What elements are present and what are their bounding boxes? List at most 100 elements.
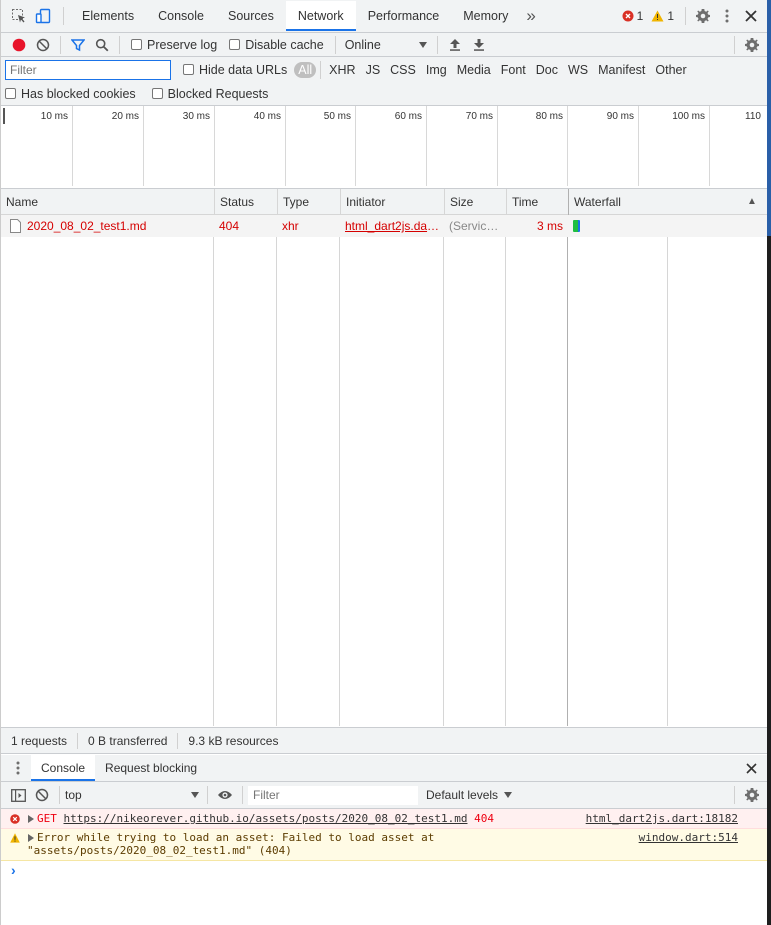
header-waterfall[interactable]: Waterfall	[568, 189, 728, 215]
header-initiator[interactable]: Initiator	[340, 189, 444, 215]
more-tabs-icon[interactable]: »	[520, 1, 541, 31]
type-filter-manifest[interactable]: Manifest	[594, 62, 649, 78]
sort-ascending-icon[interactable]: ▲	[747, 189, 757, 215]
header-type[interactable]: Type	[277, 189, 340, 215]
tab-console[interactable]: Console	[146, 1, 216, 31]
drawer-tab-console[interactable]: Console	[31, 755, 96, 781]
column-divider	[444, 189, 506, 726]
error-url-link[interactable]: https://nikeorever.github.io/assets/post…	[64, 812, 468, 825]
header-size[interactable]: Size	[444, 189, 506, 215]
inspect-element-icon[interactable]	[7, 4, 31, 28]
tab-sources[interactable]: Sources	[216, 1, 286, 31]
import-har-button[interactable]	[443, 33, 467, 57]
clear-console-button[interactable]	[30, 783, 54, 807]
drawer-tab-request-blocking[interactable]: Request blocking	[95, 755, 207, 781]
settings-gear-icon[interactable]	[691, 4, 715, 28]
type-filter-ws[interactable]: WS	[564, 62, 592, 78]
disable-cache-checkbox[interactable]: Disable cache	[229, 38, 324, 52]
live-expression-eye-icon[interactable]	[213, 783, 237, 807]
log-levels-select[interactable]: Default levels	[426, 788, 513, 802]
search-button[interactable]	[90, 33, 114, 57]
hide-data-urls-label: Hide data URLs	[199, 62, 288, 77]
close-devtools-icon[interactable]	[739, 4, 763, 28]
header-name[interactable]: Name	[1, 189, 214, 215]
more-options-icon[interactable]	[715, 4, 739, 28]
type-filter-img[interactable]: Img	[422, 62, 451, 78]
timeline-tick: 40 ms	[215, 106, 286, 186]
checkbox-box[interactable]	[183, 64, 194, 75]
status-summary-bar: 1 requests 0 B transferred 9.3 kB resour…	[1, 727, 767, 754]
header-status[interactable]: Status	[214, 189, 277, 215]
console-warning-message[interactable]: Error while trying to load an asset: Fai…	[1, 829, 767, 861]
preserve-log-checkbox[interactable]: Preserve log	[131, 38, 217, 52]
expand-triangle-icon[interactable]	[28, 834, 34, 842]
disable-cache-label: Disable cache	[245, 37, 324, 52]
tab-memory[interactable]: Memory	[451, 1, 520, 31]
type-filter-all[interactable]: All	[294, 61, 317, 78]
record-button[interactable]	[7, 33, 31, 57]
clear-button[interactable]	[31, 33, 55, 57]
column-divider	[340, 189, 444, 726]
show-sidebar-icon[interactable]	[6, 783, 30, 807]
has-blocked-cookies-label: Has blocked cookies	[21, 86, 136, 101]
type-filter-js[interactable]: JS	[362, 62, 385, 78]
blocked-requests-checkbox[interactable]: Blocked Requests	[151, 87, 268, 101]
warning-source-link[interactable]: window.dart:514	[639, 831, 738, 844]
blocked-filter-bar: Has blocked cookies Blocked Requests	[1, 82, 767, 106]
checkbox-box[interactable]	[5, 88, 16, 99]
request-table: Name Status Type Initiator Size Time Wat…	[1, 189, 767, 727]
console-filter-input[interactable]	[248, 785, 418, 805]
cell-type: xhr	[282, 219, 299, 233]
console-input[interactable]	[25, 862, 725, 880]
has-blocked-cookies-checkbox[interactable]: Has blocked cookies	[5, 87, 136, 101]
preserve-log-label: Preserve log	[147, 37, 218, 52]
tab-network[interactable]: Network	[285, 1, 356, 31]
close-drawer-icon[interactable]	[739, 756, 763, 780]
filter-input[interactable]	[5, 59, 171, 80]
context-select[interactable]: top	[65, 788, 199, 802]
tab-performance[interactable]: Performance	[356, 1, 452, 31]
timeline-tick: 110	[745, 111, 761, 122]
type-filter-xhr[interactable]: XHR	[325, 62, 359, 78]
record-icon	[12, 38, 26, 51]
timeline-tick: 50 ms	[286, 106, 356, 186]
timeline-overview[interactable]: 10 ms 20 ms 30 ms 40 ms 50 ms 60 ms 70 m…	[1, 106, 767, 189]
console-error-message[interactable]: GET https://nikeorever.github.io/assets/…	[1, 809, 767, 829]
warning-text-line2: "assets/posts/2020_08_02_test1.md" (404)	[27, 844, 292, 857]
type-filter-media[interactable]: Media	[453, 62, 495, 78]
network-toolbar: Preserve log Disable cache Online	[1, 33, 767, 57]
separator	[207, 786, 208, 804]
checkbox-box[interactable]	[229, 39, 241, 50]
drawer-menu-icon[interactable]	[6, 756, 30, 780]
export-har-button[interactable]	[467, 33, 491, 57]
expand-triangle-icon[interactable]	[28, 815, 34, 823]
type-filter-css[interactable]: CSS	[386, 62, 420, 78]
issues-counter[interactable]: 1 1	[622, 9, 674, 23]
transferred-size: 0 B transferred	[78, 732, 179, 749]
type-filter-font[interactable]: Font	[497, 62, 530, 78]
device-toolbar-icon[interactable]	[31, 4, 55, 28]
cell-initiator-link[interactable]: html_dart2js.dart:18182	[340, 215, 443, 237]
cell-time: 3 ms	[536, 219, 563, 233]
separator	[685, 7, 686, 25]
table-row[interactable]: 2020_08_02_test1.md 404 xhr html_dart2js…	[1, 215, 767, 237]
tab-elements[interactable]: Elements	[70, 1, 146, 31]
console-settings-gear-icon[interactable]	[740, 783, 764, 807]
header-time[interactable]: Time	[506, 189, 568, 215]
timeline-tick: 80 ms	[498, 106, 568, 186]
type-filter-other[interactable]: Other	[651, 62, 690, 78]
checkbox-box[interactable]	[151, 88, 163, 99]
network-settings-gear-icon[interactable]	[740, 33, 764, 57]
timeline-tick: 60 ms	[356, 106, 427, 186]
checkbox-box[interactable]	[131, 39, 142, 50]
type-filter-doc[interactable]: Doc	[532, 62, 562, 78]
filter-icon	[71, 38, 85, 51]
hide-data-urls-checkbox[interactable]: Hide data URLs	[183, 63, 287, 77]
throttling-select[interactable]: Online	[345, 38, 427, 52]
error-source-link[interactable]: html_dart2js.dart:18182	[586, 812, 738, 825]
warning-icon	[651, 10, 664, 22]
document-icon	[10, 219, 21, 233]
waterfall-bar[interactable]	[573, 220, 580, 232]
filter-toggle-button[interactable]	[66, 33, 90, 57]
timeline-tick: 70 ms	[427, 106, 498, 186]
